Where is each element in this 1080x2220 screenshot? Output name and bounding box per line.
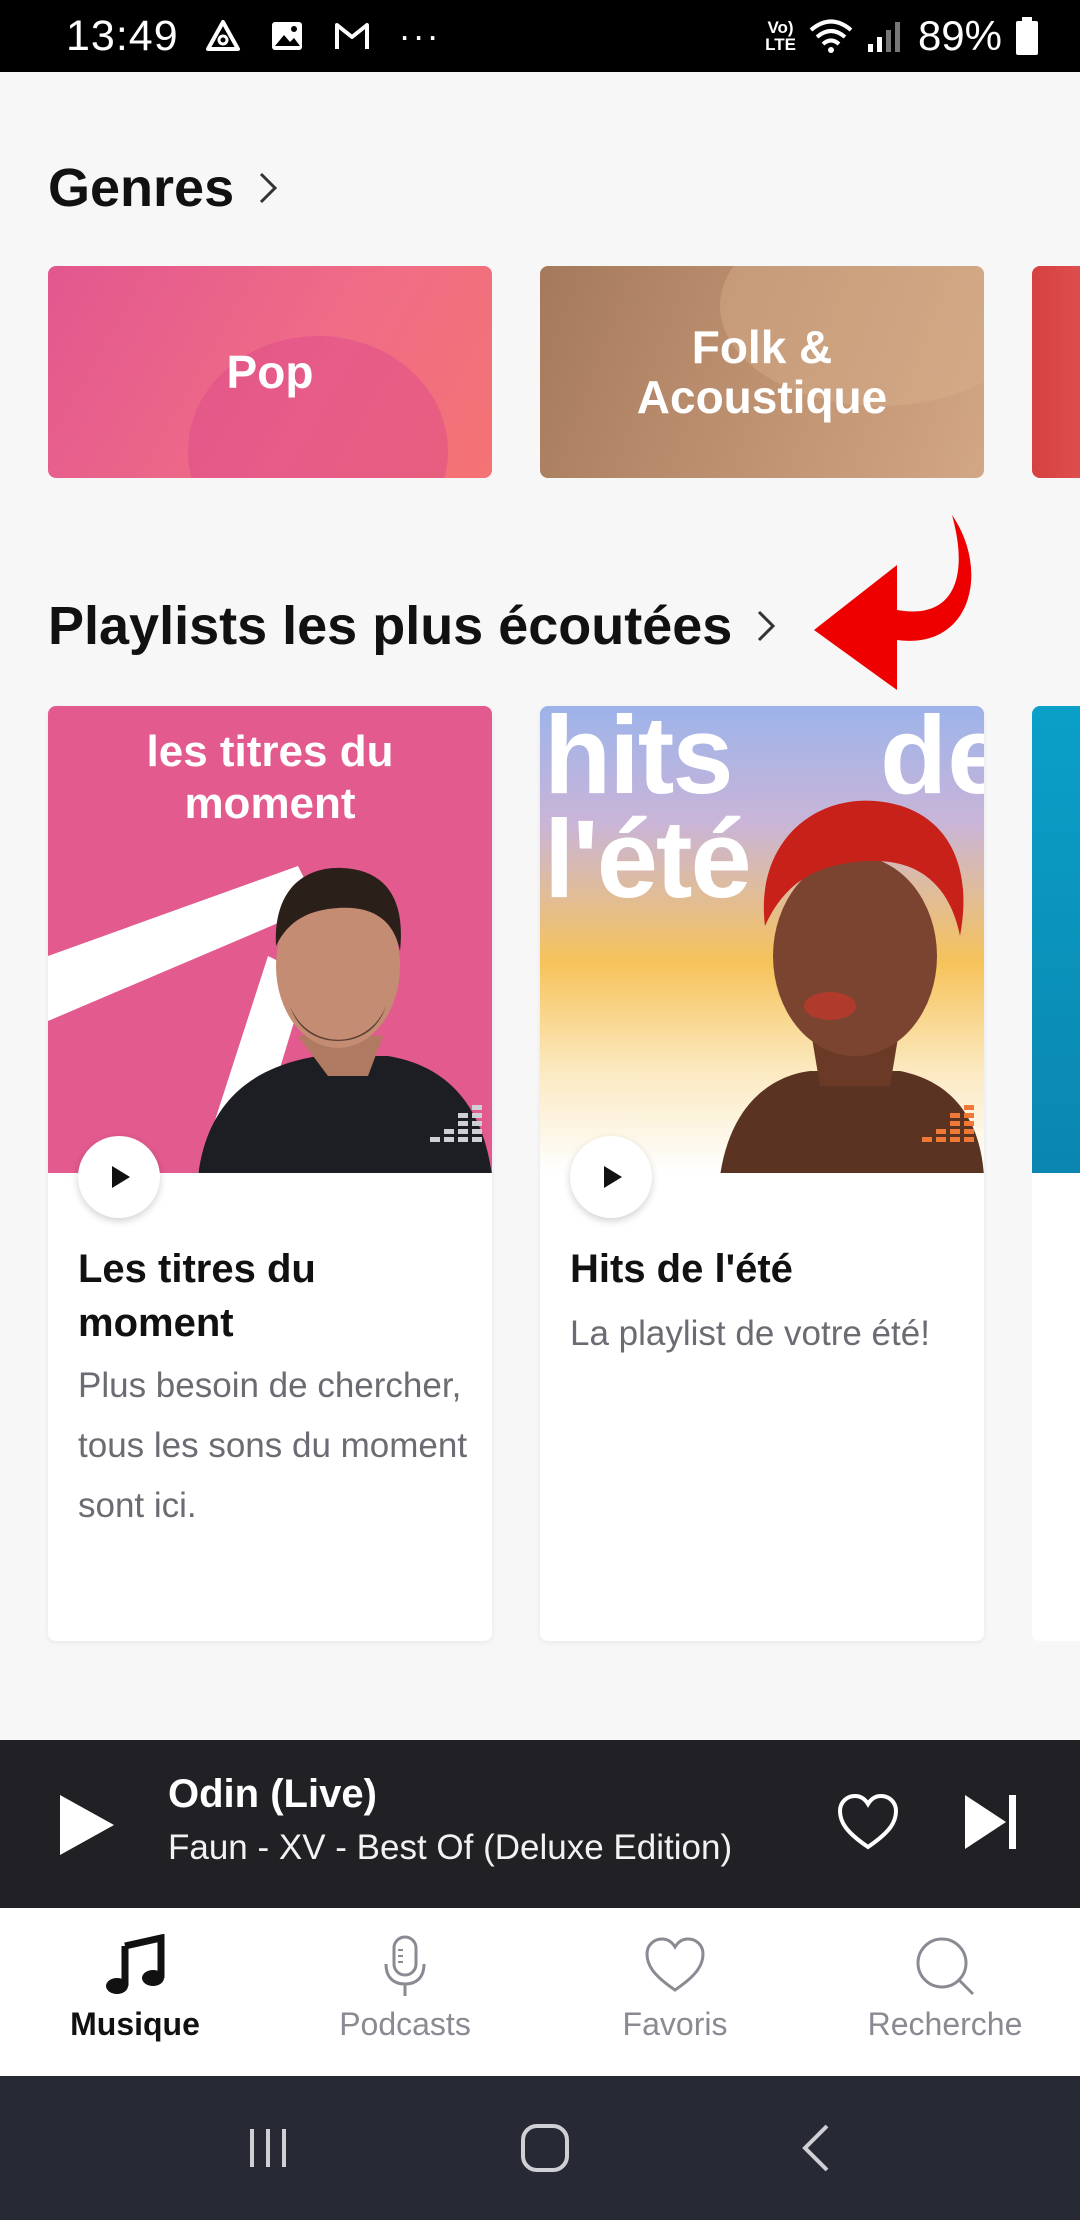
player-next-button[interactable] <box>962 1792 1020 1857</box>
bottom-navigation: Musique Podcasts Favoris Recherche <box>0 1908 1080 2076</box>
system-navigation-bar <box>0 2076 1080 2220</box>
gallery-icon <box>271 22 302 50</box>
chevron-right-icon <box>754 606 778 646</box>
nav-label: Favoris <box>622 2006 728 2042</box>
playlist-description: Plus besoin de chercher, tous les sons d… <box>78 1366 468 1525</box>
music-note-icon <box>106 1934 165 1994</box>
playlist-card-next[interactable] <box>1032 706 1080 1641</box>
nav-label: Podcasts <box>339 2006 471 2042</box>
genre-card-pop[interactable]: Pop <box>48 266 492 478</box>
genre-label: Pop <box>226 346 314 398</box>
genres-header[interactable]: Genres <box>48 156 280 220</box>
battery-percentage: 89% <box>917 12 1002 59</box>
status-bar: 13:49 ··· Vo) LTE 89% <box>0 0 1080 72</box>
playlist-card-titres-du-moment[interactable]: les titres du moment Les titres du momen… <box>48 706 492 1641</box>
mini-player[interactable]: Odin (Live) Faun - XV - Best Of (Deluxe … <box>0 1740 1080 1908</box>
play-icon <box>112 1166 130 1188</box>
playlists-title: Playlists les plus écoutées <box>48 596 733 656</box>
deezer-logo-icon <box>430 1105 482 1142</box>
heart-icon <box>837 1793 899 1850</box>
cover-title: les titres du moment <box>146 727 394 828</box>
genres-title: Genres <box>48 158 235 218</box>
skip-next-icon <box>965 1795 1016 1849</box>
player-play-button[interactable] <box>56 1792 118 1863</box>
nav-item-musique[interactable]: Musique <box>0 1908 270 2076</box>
nav-label: Musique <box>70 2006 200 2042</box>
wifi-icon <box>809 19 853 53</box>
playlist-title: Les titres du moment <box>78 1247 316 1345</box>
genre-card-folk[interactable]: Folk & Acoustique <box>540 266 984 478</box>
genre-card-next[interactable] <box>1032 266 1080 478</box>
deezer-logo-icon <box>922 1105 974 1142</box>
microphone-icon <box>384 1935 426 1996</box>
search-icon <box>916 1937 975 1996</box>
playlist-card-hits-de-lete[interactable]: hits l'été de Hits de l'été La playlist d… <box>540 706 984 1641</box>
more-notifications-icon: ··· <box>398 15 441 56</box>
playlist-cover: hits l'été de <box>540 706 984 1173</box>
playlist-title: Hits de l'été <box>570 1247 793 1291</box>
chevron-right-icon <box>256 168 280 208</box>
play-button[interactable] <box>570 1136 652 1218</box>
play-button[interactable] <box>78 1136 160 1218</box>
genre-label: Folk & Acoustique <box>636 321 888 423</box>
player-track-title: Odin (Live) <box>168 1772 377 1816</box>
playlist-description: La playlist de votre été! <box>570 1314 930 1353</box>
app-triangle-icon <box>205 20 240 51</box>
nav-label: Recherche <box>867 2006 1023 2042</box>
player-like-button[interactable] <box>836 1792 900 1857</box>
nav-item-podcasts[interactable]: Podcasts <box>270 1908 540 2076</box>
play-icon <box>604 1166 622 1188</box>
nav-item-favoris[interactable]: Favoris <box>540 1908 810 2076</box>
heart-icon <box>645 1937 705 1992</box>
player-track-subtitle: Faun - XV - Best Of (Deluxe Edition) <box>168 1828 733 1867</box>
recent-apps-icon[interactable] <box>243 2123 293 2173</box>
back-icon[interactable] <box>797 2121 837 2175</box>
volte-indicator: Vo) LTE <box>765 18 796 54</box>
status-time: 13:49 <box>66 11 179 60</box>
gmail-icon <box>334 23 369 49</box>
play-icon <box>60 1795 114 1855</box>
playlists-header[interactable]: Playlists les plus écoutées <box>48 594 778 658</box>
home-icon[interactable] <box>518 2121 572 2175</box>
status-indicators: Vo) LTE 89% <box>765 12 1040 60</box>
nav-item-recherche[interactable]: Recherche <box>810 1908 1080 2076</box>
notification-icons: ··· <box>205 15 441 57</box>
playlist-cover: les titres du moment <box>48 706 492 1173</box>
red-arrow-icon <box>814 515 972 690</box>
battery-icon <box>1016 17 1038 55</box>
signal-icon <box>867 22 900 52</box>
